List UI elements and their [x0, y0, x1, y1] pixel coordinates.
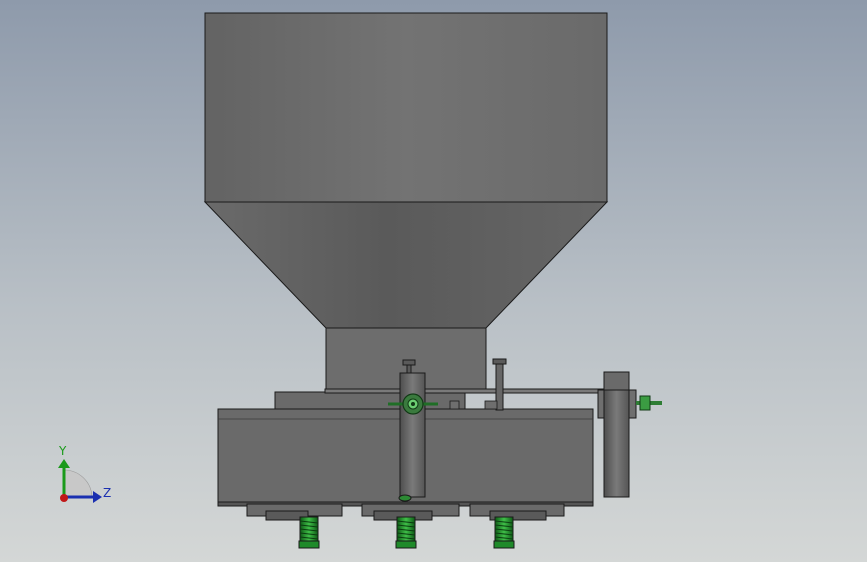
post-top [603, 371, 630, 391]
center-cylinder[interactable] [398, 359, 426, 502]
rail-bar[interactable] [324, 388, 616, 394]
rod-cap [492, 358, 507, 365]
cylinder-cap-stem [406, 364, 412, 374]
hopper-upper-box[interactable] [204, 12, 608, 203]
spring-center [395, 516, 417, 549]
bracket-right [484, 400, 498, 410]
y-axis-label: Y [58, 444, 67, 458]
cad-viewport[interactable]: Y Z [0, 0, 867, 562]
cylinder-bottom-fitting [398, 494, 412, 502]
cylinder-body[interactable] [399, 372, 426, 498]
cylinder-cap [402, 359, 416, 366]
bracket-left [449, 400, 460, 410]
x-axis-origin [60, 494, 68, 502]
post-body[interactable] [603, 371, 630, 498]
valve-center [411, 402, 415, 406]
spring-right [493, 516, 515, 549]
knob-grip[interactable] [639, 395, 651, 411]
z-axis-label: Z [103, 486, 111, 500]
spring-left [298, 516, 320, 549]
top-plate[interactable] [274, 391, 466, 410]
